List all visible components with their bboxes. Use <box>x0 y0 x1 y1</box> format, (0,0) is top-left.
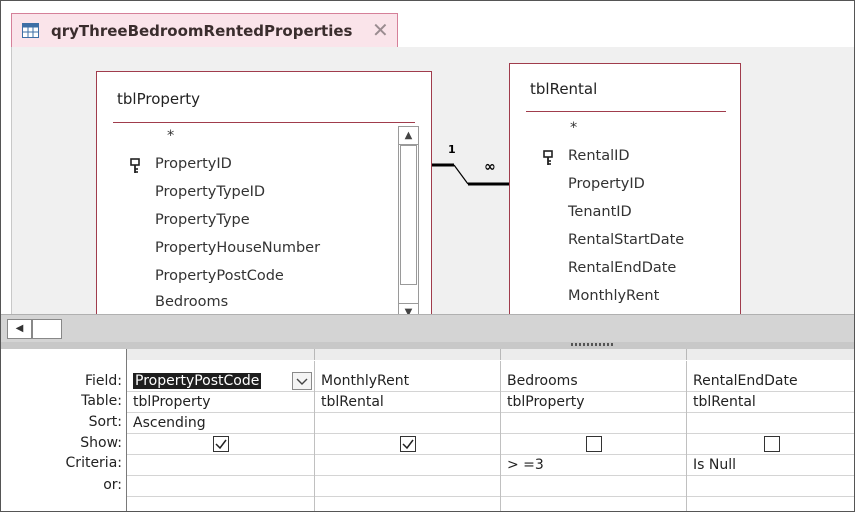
tab-title: qryThreeBedroomRentedProperties <box>51 22 353 40</box>
show-cell[interactable] <box>127 434 314 455</box>
grid-column-3: Bedrooms tblProperty > =3 <box>501 361 687 511</box>
field-value: PropertyPostCode <box>133 373 262 389</box>
grid-columns: PropertyPostCode tblProperty Ascending M… <box>126 349 854 511</box>
sort-cell[interactable]: Ascending <box>127 413 314 434</box>
field-cell[interactable]: RentalEndDate <box>687 371 854 392</box>
row-label-table: Table: <box>81 393 122 409</box>
dropdown-button[interactable] <box>292 372 312 390</box>
field-item-PropertyType[interactable]: PropertyType <box>155 212 250 228</box>
criteria-cell[interactable] <box>127 455 314 476</box>
row-label-criteria: Criteria: <box>65 455 122 471</box>
table-cell[interactable]: tblRental <box>315 392 500 413</box>
query-design-grid: Field: Table: Sort: Show: Criteria: or: … <box>1 349 854 511</box>
row-label-sort: Sort: <box>88 414 122 430</box>
or-cell[interactable] <box>687 476 854 497</box>
relationship-many-label: ∞ <box>484 159 496 175</box>
field-item-PropertyTypeID[interactable]: PropertyTypeID <box>155 184 265 200</box>
field-cell[interactable]: MonthlyRent <box>315 371 500 392</box>
scroll-thumb[interactable] <box>400 145 417 285</box>
primary-key-icon <box>130 158 140 173</box>
scroll-thumb[interactable] <box>32 319 62 339</box>
column-selector[interactable] <box>501 349 687 360</box>
relationship-line[interactable] <box>432 162 512 202</box>
close-icon[interactable]: ✕ <box>372 18 389 42</box>
field-list-divider <box>113 122 415 123</box>
query-design-window: qryThreeBedroomRentedProperties ✕ tblPro… <box>0 0 855 512</box>
field-list-divider <box>526 111 726 112</box>
criteria-cell[interactable]: Is Null <box>687 455 854 476</box>
field-item-MonthlyRent[interactable]: MonthlyRent <box>568 288 659 304</box>
checkmark-icon <box>214 439 227 450</box>
scroll-up-icon[interactable]: ▲ <box>399 127 418 145</box>
column-selector[interactable] <box>127 349 315 360</box>
column-selector[interactable] <box>315 349 501 360</box>
criteria-cell[interactable]: > =3 <box>501 455 686 476</box>
sort-cell[interactable] <box>315 413 500 434</box>
scroll-left-icon[interactable]: ◀ <box>7 319 32 339</box>
tab-strip: qryThreeBedroomRentedProperties ✕ <box>1 1 854 49</box>
field-item-PropertyID[interactable]: PropertyID <box>130 156 232 173</box>
field-item-PropertyHouseNumber[interactable]: PropertyHouseNumber <box>155 240 320 256</box>
field-item-PropertyID[interactable]: PropertyID <box>568 176 645 192</box>
table-cell[interactable]: tblProperty <box>127 392 314 413</box>
field-list-tblRental[interactable]: tblRental * RentalID PropertyID TenantID… <box>509 63 741 314</box>
field-item-Bedrooms[interactable]: Bedrooms <box>155 294 228 308</box>
table-cell[interactable]: tblProperty <box>501 392 686 413</box>
splitter-grip-icon[interactable] <box>571 343 615 346</box>
pane-splitter[interactable] <box>1 342 854 349</box>
field-label: PropertyID <box>155 156 232 172</box>
field-item-RentalEndDate[interactable]: RentalEndDate <box>568 260 676 276</box>
field-item-PropertyPostCode[interactable]: PropertyPostCode <box>155 268 284 284</box>
field-list-tblProperty[interactable]: tblProperty * PropertyID PropertyTypeID … <box>96 71 432 314</box>
query-icon <box>22 23 39 38</box>
criteria-cell[interactable] <box>315 455 500 476</box>
field-cell[interactable]: Bedrooms <box>501 371 686 392</box>
row-label-show: Show: <box>80 435 122 451</box>
field-cell[interactable]: PropertyPostCode <box>127 371 314 392</box>
grid-column-4: RentalEndDate tblRental Is Null <box>687 361 854 511</box>
field-item-RentalStartDate[interactable]: RentalStartDate <box>568 232 684 248</box>
field-item-all[interactable]: * <box>167 128 174 144</box>
chevron-down-icon <box>296 378 308 385</box>
grid-row-labels: Field: Table: Sort: Show: Criteria: or: <box>1 349 126 511</box>
or-cell[interactable] <box>127 476 314 497</box>
show-checkbox[interactable] <box>212 436 229 452</box>
show-checkbox[interactable] <box>585 436 602 452</box>
design-surface[interactable]: tblProperty * PropertyID PropertyTypeID … <box>11 47 854 314</box>
or-cell[interactable] <box>315 476 500 497</box>
column-selector[interactable] <box>687 349 854 360</box>
relationship-one-label: 1 <box>448 143 456 156</box>
field-label: RentalID <box>568 148 630 164</box>
sort-cell[interactable] <box>501 413 686 434</box>
table-cell[interactable]: tblRental <box>687 392 854 413</box>
field-list-scrollbar[interactable]: ▲ ▼ <box>398 126 419 314</box>
or-cell[interactable] <box>501 476 686 497</box>
show-checkbox[interactable] <box>399 436 416 452</box>
row-label-field: Field: <box>84 373 122 389</box>
field-item-all[interactable]: * <box>570 120 577 136</box>
show-cell[interactable] <box>501 434 686 455</box>
primary-key-icon <box>543 150 553 165</box>
grid-column-1: PropertyPostCode tblProperty Ascending <box>127 361 315 511</box>
show-cell[interactable] <box>315 434 500 455</box>
field-list-title: tblRental <box>530 80 598 98</box>
field-item-RentalID[interactable]: RentalID <box>543 148 630 165</box>
field-item-TenantID[interactable]: TenantID <box>568 204 632 220</box>
scroll-down-icon[interactable]: ▼ <box>399 303 418 314</box>
show-checkbox[interactable] <box>764 436 780 452</box>
show-cell[interactable] <box>687 434 854 455</box>
checkmark-icon <box>401 439 414 450</box>
row-label-or: or: <box>103 477 122 493</box>
sort-cell[interactable] <box>687 413 854 434</box>
query-tab[interactable]: qryThreeBedroomRentedProperties ✕ <box>11 13 398 49</box>
design-horizontal-scrollbar[interactable]: ◀ <box>1 314 854 342</box>
field-list-title: tblProperty <box>117 90 201 108</box>
grid-column-2: MonthlyRent tblRental <box>315 361 501 511</box>
